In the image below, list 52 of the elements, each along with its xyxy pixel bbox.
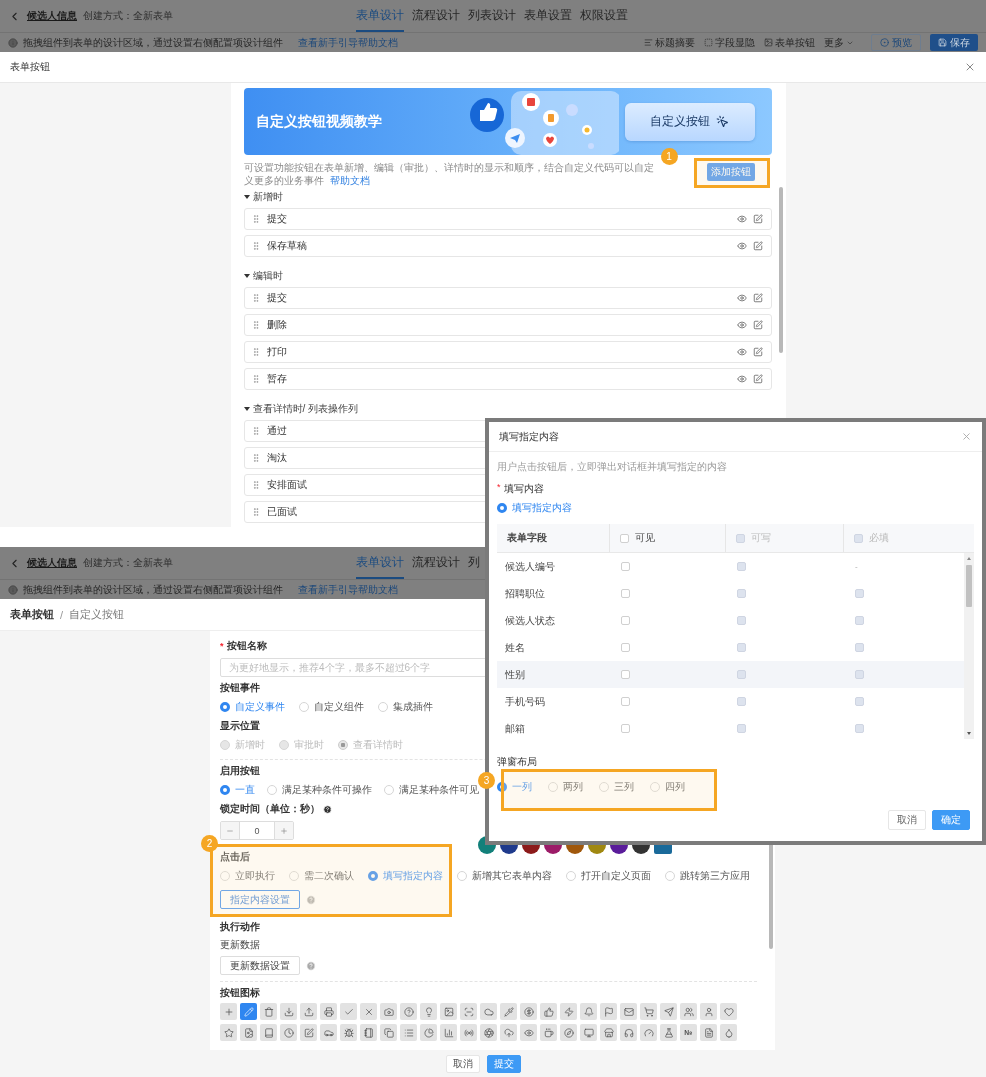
designer-tip: 拖拽组件到表单的设计区域，通过设置右侧配置项设计组件 xyxy=(23,582,283,597)
button-name: 已面试 xyxy=(266,505,297,519)
field-name: 候选人编号 xyxy=(505,559,555,574)
button-name: 提交 xyxy=(266,212,287,226)
button-name: 提交 xyxy=(266,291,287,305)
field-name: 姓名 xyxy=(505,640,525,655)
dialog-description: 用户点击按钮后，立即弹出对话框并填写指定的内容 xyxy=(497,460,728,474)
button-name: 保存草稿 xyxy=(266,239,307,253)
designer-tip: 拖拽组件到表单的设计区域，通过设置右侧配置项设计组件 xyxy=(23,35,283,50)
field-label: 点击后 xyxy=(220,850,250,864)
breadcrumb-separator: / xyxy=(60,608,64,621)
group-title: 编辑时 xyxy=(252,268,283,283)
field-label: 执行动作 xyxy=(220,920,260,934)
required-mark: * xyxy=(220,641,224,651)
field-name: 手机号码 xyxy=(505,694,545,709)
field-label: 按钮图标 xyxy=(220,986,260,1000)
column-header: 表单字段 xyxy=(507,531,547,545)
banner-title: 自定义按钮视频教学 xyxy=(255,112,382,131)
field-label: 启用按钮 xyxy=(220,764,260,778)
step-number: 2 xyxy=(201,835,218,852)
modal-title: 表单按钮 xyxy=(10,60,50,74)
button-name: 淘汰 xyxy=(266,451,287,465)
app-title: 候选人信息 xyxy=(27,9,77,23)
group-title: 查看详情时/ 列表操作列 xyxy=(252,401,359,416)
button-name: 删除 xyxy=(266,318,287,332)
required-mark: * xyxy=(497,482,501,494)
help-text: 可设置功能按钮在表单新增、编辑（审批）、详情时的显示和顺序，结合自定义代码可以自定义更多的业务事件 帮助文档 xyxy=(243,161,655,187)
breadcrumb-current: 自定义按钮 xyxy=(69,607,125,622)
field-label: 弹窗布局 xyxy=(497,755,537,769)
field-label: 显示位置 xyxy=(220,719,260,733)
field-name: 候选人状态 xyxy=(505,613,555,628)
creation-mode: 创建方式：全新表单 xyxy=(83,9,173,23)
field-label: 锁定时间（单位：秒） xyxy=(220,802,320,816)
field-label: 按钮名称 xyxy=(226,639,267,653)
group-title: 新增时 xyxy=(252,189,283,204)
button-name: 暂存 xyxy=(266,372,287,386)
button-name: 打印 xyxy=(266,345,287,359)
field-name: 邮箱 xyxy=(505,721,525,736)
card-label: 自定义按钮 xyxy=(650,113,710,130)
button-name: 通过 xyxy=(266,424,287,438)
dialog-title: 填写指定内容 xyxy=(499,429,559,444)
field-name: 性别 xyxy=(505,667,525,682)
app-title: 候选人信息 xyxy=(27,556,77,570)
column-header: 可见 xyxy=(635,531,655,545)
field-name: 招聘职位 xyxy=(505,586,545,601)
creation-mode: 创建方式：全新表单 xyxy=(83,556,173,570)
button-name: 安排面试 xyxy=(266,478,307,492)
sub-label: 更新数据 xyxy=(220,938,261,952)
empty-cell: - xyxy=(855,562,858,571)
field-label: 按钮事件 xyxy=(220,681,260,695)
field-label: 填写内容 xyxy=(503,482,544,496)
step-number: 3 xyxy=(478,772,495,789)
